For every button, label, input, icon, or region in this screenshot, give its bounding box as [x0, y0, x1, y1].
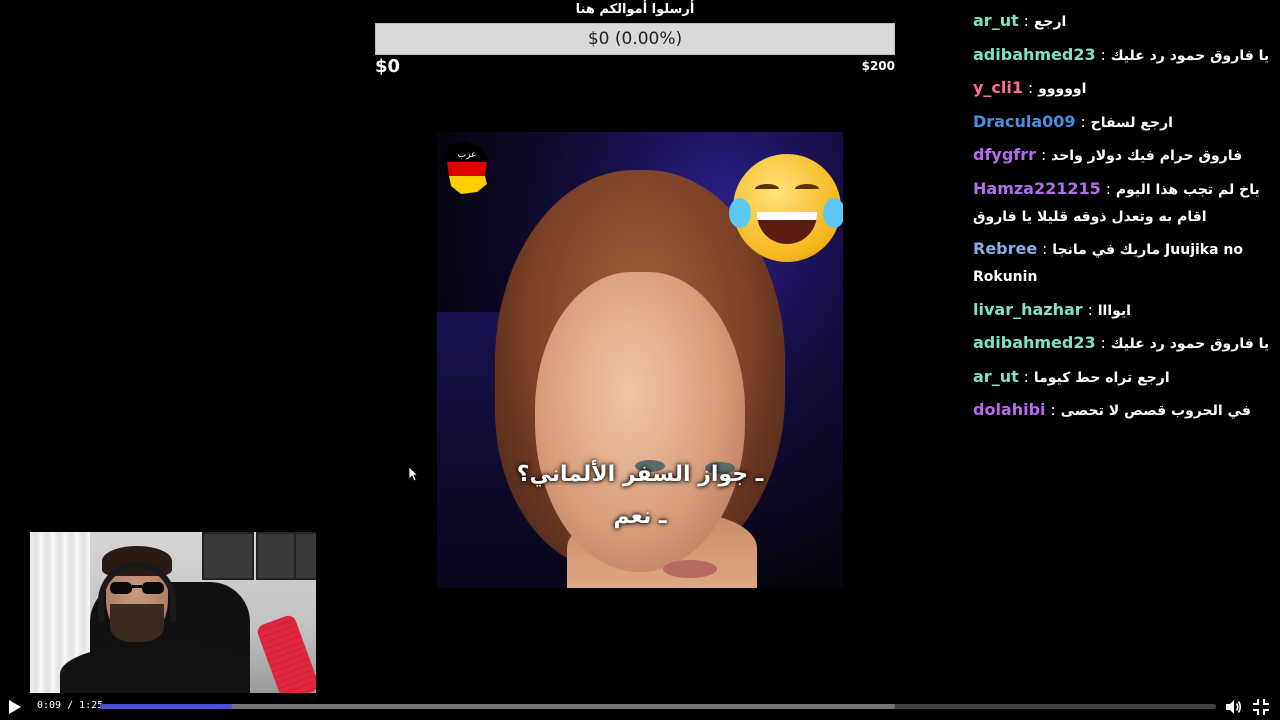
- time-display: 0:09 / 1:25: [37, 700, 104, 711]
- chat-username[interactable]: y_cli1: [973, 78, 1023, 97]
- goal-title: أرسلوا أموالكم هنا: [575, 2, 695, 17]
- goal-max-label: $200: [861, 59, 895, 73]
- chat-message: Hamza221215 : ياخ لم تجب هذا اليوم اقام …: [973, 178, 1260, 225]
- chat-username[interactable]: livar_hazhar: [973, 300, 1083, 319]
- chat-message: livar_hazhar : ايوااا: [973, 299, 1131, 319]
- stream-page: أرسلوا أموالكم هنا $0 (0.00%) $0 $200 عر…: [0, 0, 1280, 720]
- goal-progress-text: $0 (0.00%): [587, 29, 683, 49]
- volume-icon[interactable]: [1224, 698, 1242, 716]
- mouse-cursor-icon: [408, 466, 418, 482]
- webcam-overlay: [30, 532, 316, 693]
- chat-text: اووووو: [1038, 81, 1087, 97]
- chat-text: يا فاروق حمود رد عليك: [1110, 47, 1270, 64]
- chat-username[interactable]: adibahmed23: [973, 45, 1096, 64]
- chat-message: adibahmed23 : يا فاروق حمود رد عليك: [973, 333, 1270, 352]
- chat-username[interactable]: ar_ut: [973, 367, 1019, 386]
- chat-message: ar_ut : ارجع تراه حط كيوما: [973, 366, 1170, 386]
- chat-text: ارجع تراه حط كيوما: [1033, 369, 1170, 386]
- chat-message: dfygfrr : فاروق حرام فيك دولار واحد: [973, 145, 1243, 164]
- chat-message: y_cli1 : اووووو: [973, 78, 1087, 97]
- chat-message: adibahmed23 : يا فاروق حمود رد عليك: [973, 44, 1270, 64]
- chat-username[interactable]: dolahibi: [973, 400, 1046, 419]
- sunglasses: [110, 582, 164, 594]
- main-video[interactable]: عرب ـ جواز السفر الألماني؟ ـ نعم: [437, 132, 843, 588]
- goal-progress-bar: $0 (0.00%): [375, 23, 895, 55]
- germany-map-logo-icon: عرب: [443, 142, 489, 194]
- chat-text: ارجع لسفاح: [1090, 114, 1173, 131]
- chat-username[interactable]: Rebree: [973, 239, 1037, 258]
- chat-message: ar_ut : ارجع: [973, 11, 1067, 30]
- goal-min-label: $0: [375, 56, 401, 77]
- chat-username[interactable]: Dracula009: [973, 112, 1076, 131]
- seek-bar[interactable]: [100, 704, 1216, 709]
- video-subtitle-line2: ـ نعم: [613, 504, 667, 529]
- chat-message: Rebree : ماريك في مانجا Juujika no Rokun…: [973, 239, 1244, 285]
- svg-text:عرب: عرب: [458, 150, 477, 160]
- microphone: [255, 613, 316, 693]
- exit-fullscreen-icon[interactable]: [1252, 698, 1270, 716]
- donation-goal: أرسلوا أموالكم هنا $0 (0.00%) $0 $200: [375, 0, 895, 80]
- laughing-tears-emoji-icon: [729, 154, 843, 262]
- chat-username[interactable]: Hamza221215: [973, 179, 1101, 198]
- chat-text: ارجع: [1033, 14, 1067, 30]
- play-icon[interactable]: [6, 698, 24, 716]
- chat-username[interactable]: adibahmed23: [973, 333, 1096, 352]
- video-subtitle-line1: ـ جواز السفر الألماني؟: [516, 462, 764, 487]
- chat-text: في الحروب قصص لا تحصى: [1060, 403, 1251, 419]
- seek-played: [100, 704, 232, 709]
- chat-text: فاروق حرام فيك دولار واحد: [1051, 148, 1243, 164]
- chat-message: dolahibi : في الحروب قصص لا تحصى: [973, 400, 1251, 419]
- chat-username[interactable]: ar_ut: [973, 11, 1019, 30]
- chat-panel: ar_ut : ارجع adibahmed23 : يا فاروق حمود …: [973, 8, 1273, 431]
- chat-text: ايوااا: [1097, 302, 1131, 319]
- chat-text: يا فاروق حمود رد عليك: [1110, 336, 1270, 352]
- chat-username[interactable]: dfygfrr: [973, 145, 1036, 164]
- player-controls: 0:09 / 1:25: [0, 694, 1280, 720]
- chat-message: Dracula009 : ارجع لسفاح: [973, 111, 1173, 131]
